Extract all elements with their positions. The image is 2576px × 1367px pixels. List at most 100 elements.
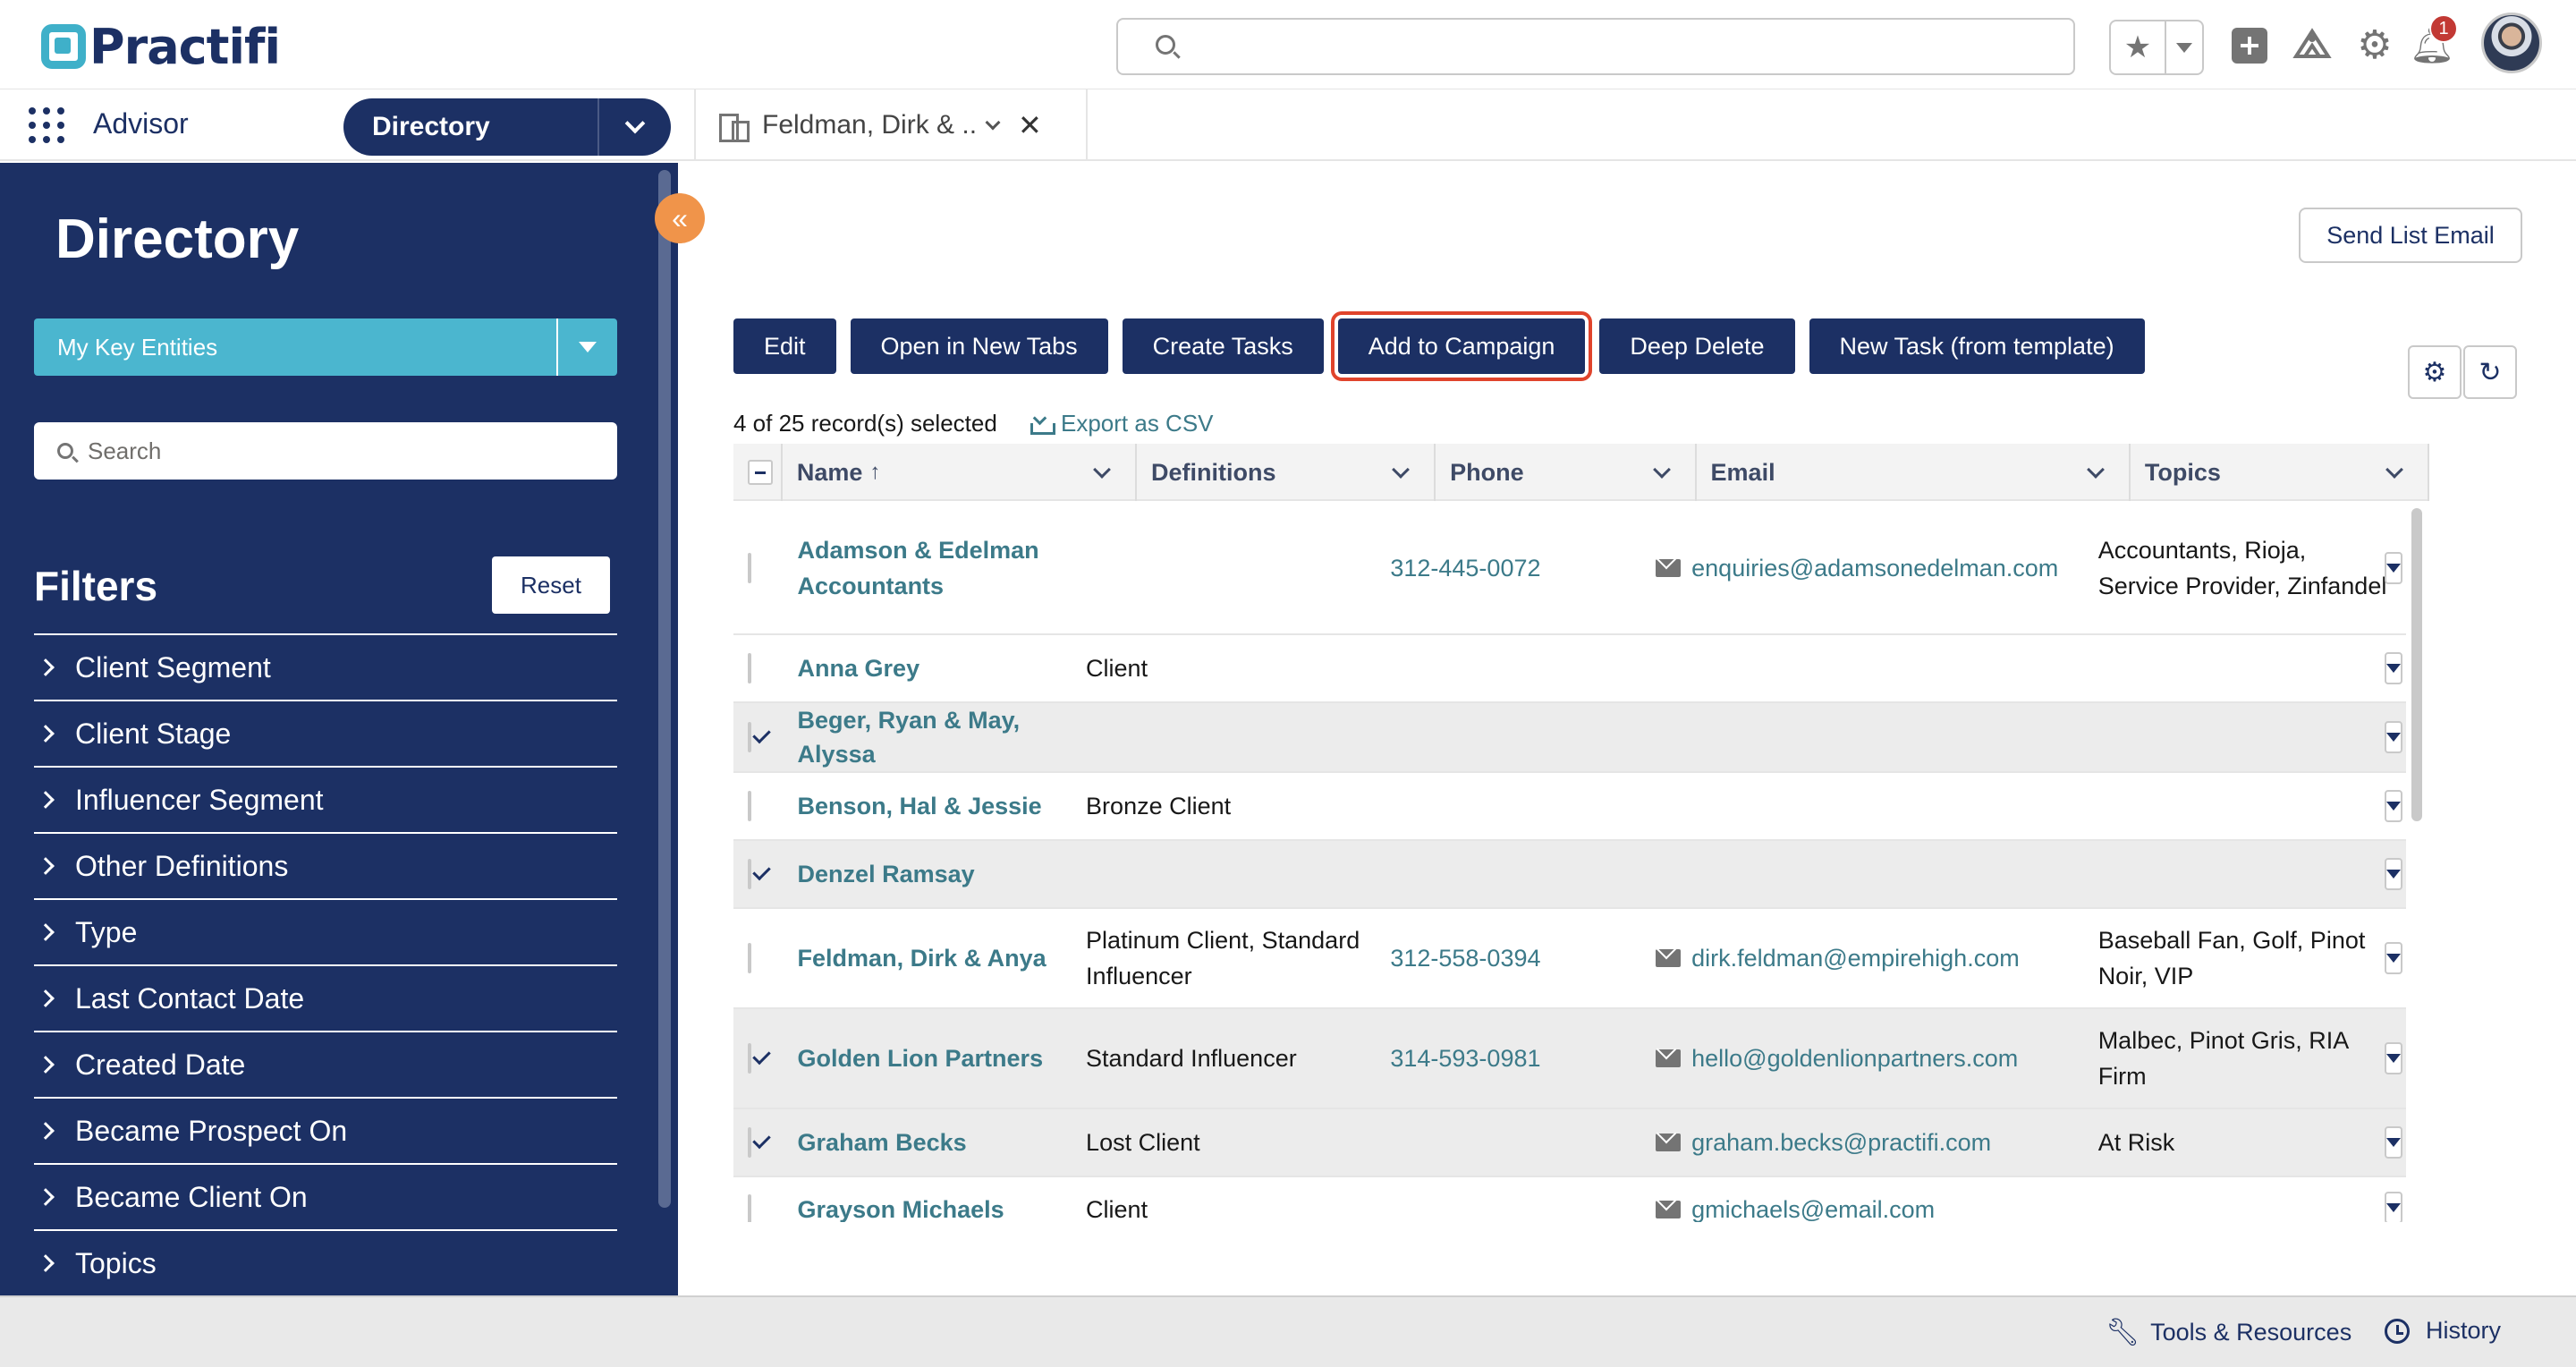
filter-created-date[interactable]: Created Date bbox=[34, 1031, 617, 1097]
column-menu-chevron-icon[interactable] bbox=[1652, 461, 1671, 479]
sidebar-scrollbar[interactable] bbox=[658, 170, 671, 1208]
row-actions-button[interactable] bbox=[2384, 790, 2402, 822]
email-link[interactable]: dirk.feldman@empirehigh.com bbox=[1691, 940, 2020, 976]
add-to-campaign-button[interactable]: Add to Campaign bbox=[1330, 311, 1593, 381]
practifi-logo[interactable]: Practifi bbox=[41, 19, 281, 75]
list-view-label[interactable]: My Key Entities bbox=[34, 318, 558, 376]
filter-other-definitions[interactable]: Other Definitions bbox=[34, 832, 617, 898]
new-task-from-template-button[interactable]: New Task (from template) bbox=[1809, 318, 2145, 374]
tools-resources-button[interactable]: 🔧︎ Tools & Resources bbox=[2106, 1317, 2351, 1348]
favorite-star-icon[interactable]: ★ bbox=[2111, 21, 2166, 73]
sidebar-search-input[interactable] bbox=[88, 437, 589, 465]
table-row: Golden Lion Partners Standard Influencer… bbox=[733, 1009, 2406, 1109]
row-select-cell bbox=[733, 650, 784, 686]
row-checkbox[interactable] bbox=[748, 553, 751, 583]
filter-became-prospect-on[interactable]: Became Prospect On bbox=[34, 1097, 617, 1163]
table-scrollbar[interactable] bbox=[2411, 508, 2422, 821]
row-select-cell bbox=[733, 1125, 784, 1160]
column-header-name[interactable]: Name ↑ bbox=[783, 444, 1137, 501]
phone-link[interactable]: 312-445-0072 bbox=[1376, 550, 1641, 586]
record-name-link[interactable]: Adamson & Edelman Accountants bbox=[784, 532, 1072, 604]
row-actions-button[interactable] bbox=[2384, 1042, 2402, 1074]
email-link[interactable]: graham.becks@practifi.com bbox=[1691, 1125, 1991, 1160]
record-name-link[interactable]: Beger, Ryan & May, Alyssa bbox=[784, 703, 1072, 771]
row-actions-button[interactable] bbox=[2384, 858, 2402, 890]
filter-label: Client Segment bbox=[75, 650, 271, 684]
column-menu-chevron-icon[interactable] bbox=[2385, 461, 2403, 479]
record-name-link[interactable]: Anna Grey bbox=[784, 650, 1072, 686]
user-avatar[interactable] bbox=[2481, 13, 2542, 73]
table-row: Anna Grey Client bbox=[733, 635, 2406, 703]
history-button[interactable]: History bbox=[2385, 1317, 2501, 1345]
row-checkbox[interactable] bbox=[748, 653, 751, 684]
refresh-button[interactable]: ↻ bbox=[2463, 345, 2517, 399]
global-actions-button[interactable] bbox=[2229, 25, 2270, 66]
column-menu-chevron-icon[interactable] bbox=[1093, 461, 1111, 479]
email-link[interactable]: gmichaels@email.com bbox=[1691, 1192, 1935, 1222]
select-all-checkbox[interactable] bbox=[748, 460, 773, 485]
record-name-link[interactable]: Denzel Ramsay bbox=[784, 856, 1072, 892]
record-name-link[interactable]: Feldman, Dirk & Anya bbox=[784, 940, 1072, 976]
row-actions-button[interactable] bbox=[2384, 652, 2402, 684]
reset-filters-button[interactable]: Reset bbox=[492, 556, 610, 614]
row-checkbox[interactable] bbox=[748, 1127, 751, 1158]
sidebar-search-field[interactable] bbox=[34, 422, 617, 480]
record-name-link[interactable]: Golden Lion Partners bbox=[784, 1040, 1072, 1076]
record-name-link[interactable]: Graham Becks bbox=[784, 1125, 1072, 1160]
tab-feldman-record[interactable]: Feldman, Dirk & ... ✕ bbox=[694, 89, 1088, 161]
deep-delete-button[interactable]: Deep Delete bbox=[1599, 318, 1795, 374]
filter-type[interactable]: Type bbox=[34, 898, 617, 964]
send-list-email-button[interactable]: Send List Email bbox=[2299, 208, 2522, 263]
column-header-topics[interactable]: Topics bbox=[2131, 444, 2429, 501]
tab-close-icon[interactable]: ✕ bbox=[1018, 111, 1042, 140]
favorites-dropdown-button[interactable] bbox=[2166, 21, 2202, 73]
filter-last-contact-date[interactable]: Last Contact Date bbox=[34, 964, 617, 1031]
trailhead-button[interactable] bbox=[2292, 25, 2333, 66]
global-search-input[interactable] bbox=[1116, 18, 2075, 75]
row-checkbox[interactable] bbox=[748, 859, 751, 889]
column-header-phone[interactable]: Phone bbox=[1436, 444, 1697, 501]
filter-influencer-segment[interactable]: Influencer Segment bbox=[34, 766, 617, 832]
filter-topics[interactable]: Topics bbox=[34, 1229, 617, 1295]
directory-nav-label[interactable]: Directory bbox=[343, 98, 599, 156]
row-actions-button[interactable] bbox=[2384, 1192, 2402, 1222]
filter-became-client-on[interactable]: Became Client On bbox=[34, 1163, 617, 1229]
list-settings-button[interactable]: ⚙ bbox=[2408, 345, 2462, 399]
filter-label: Became Prospect On bbox=[75, 1114, 348, 1147]
row-checkbox[interactable] bbox=[748, 1194, 751, 1222]
create-tasks-button[interactable]: Create Tasks bbox=[1122, 318, 1324, 374]
record-name-link[interactable]: Grayson Michaels bbox=[784, 1192, 1072, 1222]
tab-dropdown-chevron-icon[interactable] bbox=[985, 115, 1001, 131]
export-csv-link[interactable]: Export as CSV bbox=[1030, 410, 1214, 437]
phone-link[interactable]: 312-558-0394 bbox=[1376, 940, 1641, 976]
row-actions-button[interactable] bbox=[2384, 1126, 2402, 1159]
filter-label: Type bbox=[75, 915, 138, 948]
edit-button[interactable]: Edit bbox=[733, 318, 836, 374]
email-link[interactable]: hello@goldenlionpartners.com bbox=[1691, 1040, 2018, 1076]
row-checkbox[interactable] bbox=[748, 1043, 751, 1074]
list-view-dropdown[interactable] bbox=[558, 318, 617, 376]
open-in-new-tabs-button[interactable]: Open in New Tabs bbox=[850, 318, 1108, 374]
row-checkbox[interactable] bbox=[748, 791, 751, 821]
filter-client-segment[interactable]: Client Segment bbox=[34, 633, 617, 700]
row-actions-button[interactable] bbox=[2384, 942, 2402, 974]
email-link[interactable]: enquiries@adamsonedelman.com bbox=[1691, 550, 2058, 586]
directory-nav-pill[interactable]: Directory bbox=[343, 98, 671, 156]
main-content: Send List Email Edit Open in New Tabs Cr… bbox=[678, 163, 2576, 1295]
collapse-sidebar-button[interactable]: « bbox=[655, 193, 705, 243]
row-checkbox[interactable] bbox=[748, 722, 751, 752]
filter-client-stage[interactable]: Client Stage bbox=[34, 700, 617, 766]
directory-nav-dropdown[interactable] bbox=[599, 98, 671, 156]
list-view-select[interactable]: My Key Entities bbox=[34, 318, 617, 376]
row-checkbox[interactable] bbox=[748, 943, 751, 973]
phone-link[interactable]: 314-593-0981 bbox=[1376, 1040, 1641, 1076]
record-name-link[interactable]: Benson, Hal & Jessie bbox=[784, 788, 1072, 824]
column-menu-chevron-icon[interactable] bbox=[2086, 461, 2105, 479]
row-actions-button[interactable] bbox=[2384, 552, 2402, 584]
column-menu-chevron-icon[interactable] bbox=[1392, 461, 1410, 479]
column-header-email[interactable]: Email bbox=[1697, 444, 2131, 501]
setup-button[interactable]: ⚙ bbox=[2354, 25, 2395, 66]
column-header-definitions[interactable]: Definitions bbox=[1137, 444, 1436, 501]
app-launcher-icon[interactable] bbox=[29, 107, 64, 143]
row-actions-button[interactable] bbox=[2384, 721, 2402, 753]
